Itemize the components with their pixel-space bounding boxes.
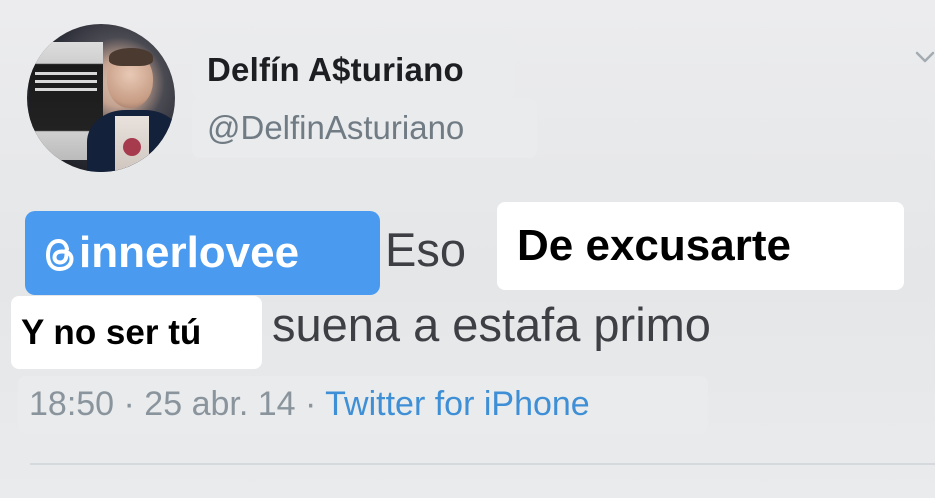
threads-icon xyxy=(45,238,74,272)
caption-overlay-text: De excusarte xyxy=(517,221,791,270)
mention-username: innerlovee xyxy=(79,228,300,277)
author-handle[interactable]: @DelfinAsturiano xyxy=(207,109,464,147)
avatar[interactable] xyxy=(27,24,175,172)
tweet-card: Delfín A$turiano @DelfinAsturiano innerl… xyxy=(0,0,935,498)
avatar-hair xyxy=(109,48,153,66)
mention-link[interactable]: innerlovee xyxy=(43,228,299,278)
tweet-metadata: 18:50 · 25 abr. 14 · Twitter for iPhone xyxy=(29,385,590,424)
avatar-shirt xyxy=(115,116,149,172)
chevron-down-icon[interactable] xyxy=(914,46,935,68)
divider xyxy=(30,463,935,465)
tweet-text-line-2: suena a estafa primo xyxy=(272,298,711,351)
author-display-name[interactable]: Delfín A$turiano xyxy=(207,51,464,89)
tweet-source-link[interactable]: Twitter for iPhone xyxy=(325,385,590,423)
tweet-text-line-1: Eso xyxy=(385,223,466,276)
tweet-timestamp[interactable]: 18:50 · 25 abr. 14 · xyxy=(29,385,316,423)
caption-overlay-text: Y no ser tú xyxy=(21,313,202,352)
